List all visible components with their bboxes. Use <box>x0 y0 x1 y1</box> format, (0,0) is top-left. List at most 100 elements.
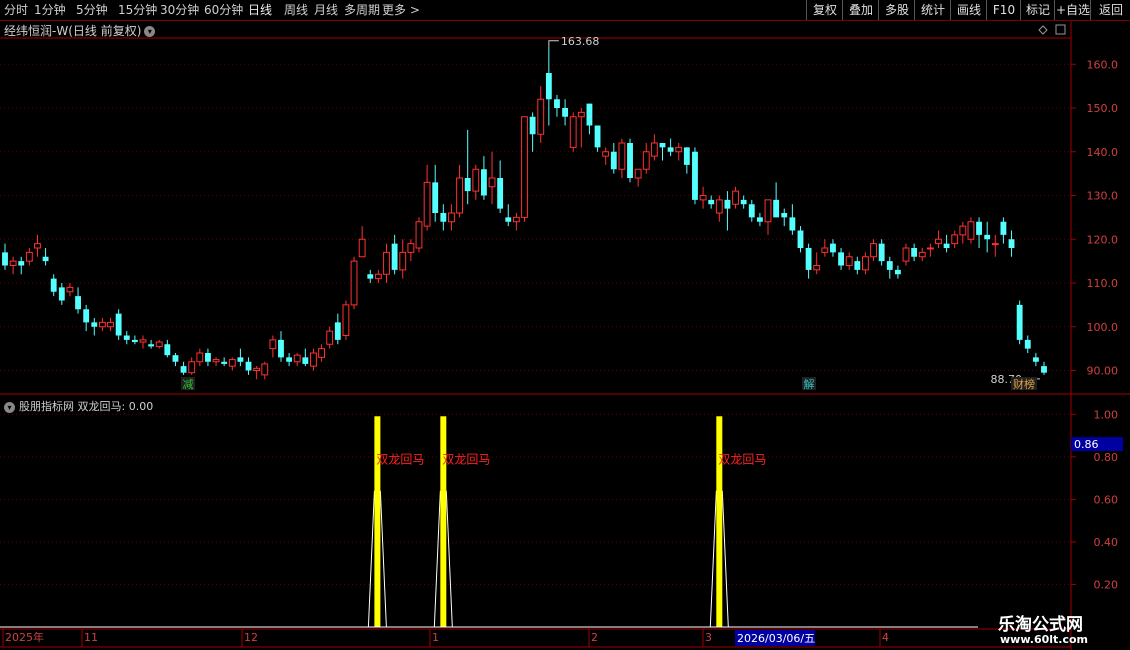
window-toggle-icon <box>1055 24 1066 35</box>
indicator-title: 股朋指标网 双龙回马: 0.00 <box>19 400 154 413</box>
diamond-icon <box>1038 25 1048 35</box>
candle-body-up <box>577 111 585 118</box>
date-label: 11 <box>84 631 98 644</box>
candle-body-up <box>9 260 17 266</box>
main-chart-title-row[interactable]: 经纬恒润-W(日线 前复权) ▾ <box>4 22 156 39</box>
indicator-tick-label: 0.20 <box>1094 578 1119 591</box>
candle-body-down <box>302 357 309 364</box>
candle-body-down <box>18 261 25 266</box>
candle-body-down <box>911 248 918 257</box>
candle-body-up <box>423 181 431 227</box>
candle-body-up <box>959 225 967 236</box>
indicator-signal-bar <box>374 416 381 627</box>
candle-body-up <box>861 256 869 271</box>
candle-body-up <box>196 352 204 363</box>
candle-body-down <box>75 296 81 310</box>
candle-body-up <box>253 367 261 371</box>
candle-body-down <box>562 108 569 117</box>
indicator-tick-label: 0.40 <box>1094 536 1119 549</box>
candle-body-down <box>221 361 228 364</box>
candle-body-up <box>537 98 545 135</box>
candle-body-up <box>935 238 942 245</box>
candle-body-down <box>180 366 187 373</box>
candle-body-down <box>367 274 374 279</box>
candle-body-up <box>155 341 163 347</box>
indicator-tick-label: 1.00 <box>1094 408 1119 421</box>
candle-body-down <box>1041 366 1047 373</box>
date-label: 1 <box>432 631 439 644</box>
candle-body-up <box>488 177 496 188</box>
candle-body-up <box>991 243 999 246</box>
candle-body-down <box>886 261 893 270</box>
candle-body-up <box>602 151 610 157</box>
candle-body-down <box>854 261 861 270</box>
watermark-title: 乐淘公式网 <box>998 615 1083 635</box>
price-tick-label: 160.0 <box>1087 58 1119 71</box>
candle-body-up <box>34 243 41 249</box>
candle-body-down <box>91 322 98 327</box>
candle-body-up <box>521 116 528 218</box>
candle-body-up <box>98 321 106 328</box>
indicator-title-row[interactable]: ▾ 股朋指标网 双龙回马: 0.00 <box>4 398 153 414</box>
indicator-tick-label: 0.80 <box>1094 451 1119 464</box>
price-tick-label: 150.0 <box>1087 102 1119 115</box>
candle-body-down <box>781 213 788 218</box>
candle-body-up <box>650 142 658 157</box>
candle-body-up <box>902 247 910 262</box>
candle-body-down <box>586 103 593 126</box>
candle-body-down <box>464 178 471 192</box>
candle-body-up <box>139 339 147 343</box>
candle-body-up <box>407 243 415 253</box>
candle-body-up <box>342 304 350 336</box>
candle-body-down <box>50 278 57 292</box>
indicator-signal-bar <box>440 416 447 627</box>
candle-body-down <box>545 73 552 100</box>
candle-body-down <box>1032 357 1039 362</box>
candle-body-up <box>715 199 723 214</box>
candle-body-up <box>918 251 926 258</box>
candle-body-up <box>813 265 821 271</box>
candle-body-down <box>984 234 991 240</box>
price-tick-label: 90.00 <box>1087 365 1119 378</box>
candle-body-down <box>1024 339 1031 349</box>
chevron-down-icon[interactable]: ▾ <box>144 26 156 37</box>
candle-body-down <box>278 339 284 358</box>
candle-body-up <box>448 212 455 223</box>
candle-body-up <box>699 195 707 201</box>
candle-body-down <box>2 252 8 266</box>
candle-body-up <box>188 361 196 374</box>
candle-body-down <box>659 143 666 148</box>
candle-body-up <box>399 251 407 271</box>
current-value-label: 0.86 <box>1074 438 1099 451</box>
price-tick-label: 100.0 <box>1087 321 1119 334</box>
candle-body-up <box>764 199 772 223</box>
signal-label: 双龙回马 <box>442 452 490 466</box>
candle-body-up <box>821 247 829 253</box>
candle-body-down <box>756 217 763 222</box>
chevron-down-icon[interactable]: ▾ <box>4 402 15 413</box>
date-label: 2025年 <box>5 630 44 644</box>
candle-body-up <box>310 352 317 367</box>
candle-body-down <box>334 322 341 340</box>
candle-body-down <box>245 361 252 371</box>
candle-body-down <box>894 269 901 275</box>
candle-body-down <box>724 199 731 209</box>
candle-body-up <box>870 243 877 258</box>
candle-body-down <box>1008 239 1015 248</box>
candle-body-down <box>497 178 504 209</box>
candle-body-up <box>618 142 626 170</box>
candle-body-down <box>976 221 982 235</box>
candle-body-down <box>480 169 487 196</box>
date-label: 12 <box>244 631 258 644</box>
candle-body-up <box>261 363 269 376</box>
candle-body-down <box>773 199 780 218</box>
candle-body-up <box>456 177 463 214</box>
indicator-signal-bar <box>716 416 723 627</box>
candle-body-down <box>627 143 633 178</box>
candle-body-up <box>25 251 33 262</box>
candle-body-up <box>318 348 325 358</box>
candle-body-down <box>432 182 439 213</box>
kline-chart[interactable]: 160.0 150.0 140.0 130.0 120.0 110.0 100.0 90.00… <box>0 0 1130 650</box>
candle-body-down <box>610 151 617 170</box>
candle-body-down <box>1016 304 1023 340</box>
